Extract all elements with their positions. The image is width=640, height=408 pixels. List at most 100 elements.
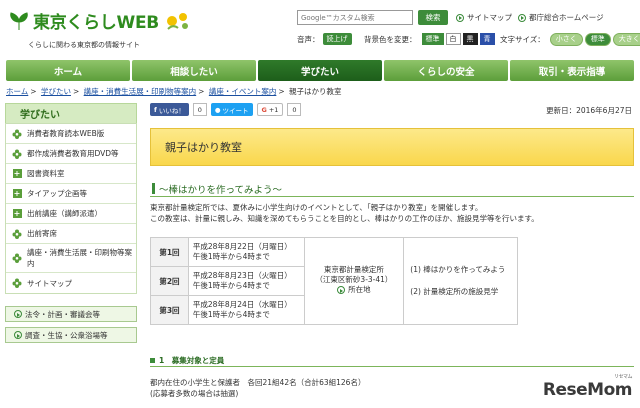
global-nav: ホーム 相談したい 学びたい くらしの安全 取引・表示指導	[6, 60, 634, 81]
sidebar-item-outreach[interactable]: + 出前講座（講師派遣）	[6, 204, 136, 224]
font-standard-button[interactable]: 標準	[584, 32, 611, 46]
bg-white-button[interactable]: 白	[445, 33, 461, 45]
surveys-link[interactable]: 調査・生協・公衆浴場等	[5, 327, 137, 343]
arrow-circle-icon	[337, 286, 346, 294]
content-item: (1) 棒はかりを作ってみよう	[410, 265, 506, 274]
flower-icon	[12, 278, 22, 288]
site-logo[interactable]: 東京くらしWEB	[8, 8, 193, 33]
plus-square-icon: +	[12, 189, 22, 198]
google-plus-button[interactable]: G +1	[256, 103, 284, 116]
google-plus-label: +1	[268, 105, 279, 114]
intro-line: この教室は、計量に親しみ、知識を深めてもらうことを目的とし、棒はかりの工作のほか…	[150, 214, 539, 223]
sidebar-item-yose[interactable]: 出前寄席	[6, 224, 136, 244]
search-input[interactable]	[297, 10, 413, 25]
arrow-circle-icon	[456, 13, 464, 22]
content-item: (2) 計量検定所の施設見学	[410, 287, 499, 296]
breadcrumb-events[interactable]: 講座・イベント案内	[209, 87, 277, 96]
surveys-link-label: 調査・生協・公衆浴場等	[25, 330, 108, 340]
sidebar-item-label: サイトマップ	[27, 278, 72, 288]
intro-line: 東京都計量検定所では、夏休みに小学生向けのイベントとして、「親子はかり教室」を開…	[150, 203, 483, 212]
logo-text: 東京くらしWEB	[33, 13, 159, 33]
sidebar-heading: 学びたい	[5, 103, 137, 123]
sidebar-menu: 消費者教育読本WEB版 都作成消費者教育用DVD等 + 図書資料室 + タイアッ…	[5, 123, 137, 294]
flower-logo-icon	[166, 12, 188, 30]
sidebar-item-tieup[interactable]: + タイアップ企画等	[6, 184, 136, 204]
tweet-label: ツイート	[222, 106, 249, 115]
sidebar-item-sitemap[interactable]: サイトマップ	[6, 273, 136, 293]
sidebar-item-courses[interactable]: 講座・消費生活展・印刷物等案内	[6, 244, 136, 273]
sidebar-item-library[interactable]: + 図書資料室	[6, 164, 136, 184]
main-content: f いいね！ 0 ● ツイート G +1 0 更新日：2016年6月27日 親子…	[150, 103, 634, 408]
font-smaller-button[interactable]: 小さく	[549, 32, 583, 46]
schedule-table: 第1回 平成28年8月22日（月曜日） 午後1時半から4時まで 東京都計量検定所…	[150, 237, 518, 325]
flower-icon	[12, 253, 22, 263]
session-time: 午後1時半から4時まで	[192, 310, 270, 319]
section-heading: 1 募集対象と定員	[150, 354, 634, 367]
sidebar-item-label: 都作成消費者教育用DVD等	[27, 149, 119, 158]
sidebar-item-label: 図書資料室	[27, 169, 65, 178]
plus-square-icon: +	[12, 209, 22, 218]
session-datetime: 平成28年8月24日（水曜日） 午後1時半から4時まで	[187, 295, 305, 325]
session-time: 午後1時半から4時まで	[192, 252, 270, 261]
arrow-circle-icon	[14, 331, 22, 339]
bg-color-tool: 背景色を変更： 標準 白 黒 青	[364, 32, 495, 46]
bg-standard-button[interactable]: 標準	[421, 33, 444, 45]
location-address: （江東区新砂3-3-41）	[315, 275, 393, 284]
nav-learn[interactable]: 学びたい	[258, 60, 382, 81]
breadcrumb-home[interactable]: ホーム	[6, 87, 28, 96]
facebook-like-count: 0	[192, 103, 207, 116]
sidebar-item-label: タイアップ企画等	[27, 189, 87, 198]
arrow-circle-icon	[14, 310, 22, 318]
sidebar-item-label: 出前寄席	[27, 229, 57, 238]
nav-safety[interactable]: くらしの安全	[384, 60, 508, 81]
voice-label: 音声：	[297, 34, 320, 44]
session-time: 午後1時半から4時まで	[192, 281, 270, 290]
breadcrumb-courses[interactable]: 講座・消費生活展・印刷物等案内	[84, 87, 197, 96]
twitter-bird-icon: ●	[214, 105, 221, 114]
breadcrumb-current: 親子はかり教室	[289, 87, 342, 96]
location-link-label: 所在地	[348, 285, 371, 294]
laws-link[interactable]: 法令・計画・審議会等	[5, 306, 137, 322]
font-size-label: 文字サイズ：	[500, 34, 545, 44]
search-button[interactable]: 検索	[418, 10, 448, 25]
session-datetime: 平成28年8月23日（火曜日） 午後1時半から4時まで	[187, 266, 305, 296]
location-map-link[interactable]: 所在地	[337, 285, 371, 295]
section-body: 都内在住の小学生と保護者 各回21組42名（合計63組126名） (応募者多数の…	[150, 377, 365, 399]
site-tagline: くらしに関わる東京都の情報サイト	[28, 41, 140, 49]
tocho-link-label: 都庁総合ホームページ	[529, 13, 604, 22]
resemom-watermark: リセマム ReseMom	[543, 374, 633, 400]
social-buttons: f いいね！ 0 ● ツイート G +1 0	[150, 103, 302, 116]
sidebar-item-dvd[interactable]: 都作成消費者教育用DVD等	[6, 144, 136, 164]
section-line: (応募者多数の場合は抽選)	[150, 389, 239, 398]
sidebar-item-label: 出前講座（講師派遣）	[27, 209, 102, 218]
breadcrumb-learn[interactable]: 学びたい	[41, 87, 71, 96]
session-number: 第2回	[150, 266, 189, 296]
facebook-icon: f	[154, 105, 157, 114]
bg-blue-button[interactable]: 青	[479, 33, 495, 45]
sidebar-bottom-links: 法令・計画・審議会等 調査・生協・公衆浴場等	[5, 306, 137, 343]
session-number: 第3回	[150, 295, 189, 325]
font-larger-button[interactable]: 大きく	[612, 32, 640, 46]
site-header: 東京くらしWEB くらしに関わる東京都の情報サイト 検索 サイトマップ 都庁総合…	[0, 0, 640, 58]
bg-black-button[interactable]: 黒	[462, 33, 478, 45]
nav-trade[interactable]: 取引・表示指導	[510, 60, 634, 81]
breadcrumb: ホーム > 学びたい > 講座・消費生活展・印刷物等案内 > 講座・イベント案内 > 親…	[6, 87, 342, 96]
tocho-homepage-link[interactable]: 都庁総合ホームページ	[518, 12, 604, 23]
google-plus-count: 0	[287, 103, 302, 116]
ginkgo-leaf-icon	[10, 11, 28, 30]
read-aloud-button[interactable]: 読上げ	[322, 33, 352, 45]
nav-home[interactable]: ホーム	[6, 60, 130, 81]
sitemap-link[interactable]: サイトマップ	[456, 12, 512, 23]
page-subtitle: ～棒はかりを作ってみよう～	[150, 181, 634, 197]
facebook-like-button[interactable]: f いいね！	[150, 103, 189, 116]
table-row: 第1回 平成28年8月22日（月曜日） 午後1時半から4時まで 東京都計量検定所…	[150, 237, 518, 325]
page-title: 親子はかり教室	[150, 128, 634, 166]
sidebar-item-textbook[interactable]: 消費者教育読本WEB版	[6, 124, 136, 144]
location-name: 東京都計量検定所	[323, 265, 384, 274]
nav-consult[interactable]: 相談したい	[132, 60, 256, 81]
session-number: 第1回	[150, 237, 189, 267]
google-icon: G	[261, 105, 267, 114]
arrow-circle-icon	[518, 13, 526, 22]
voice-tool: 音声： 読上げ	[297, 32, 352, 46]
tweet-button[interactable]: ● ツイート	[210, 103, 253, 116]
